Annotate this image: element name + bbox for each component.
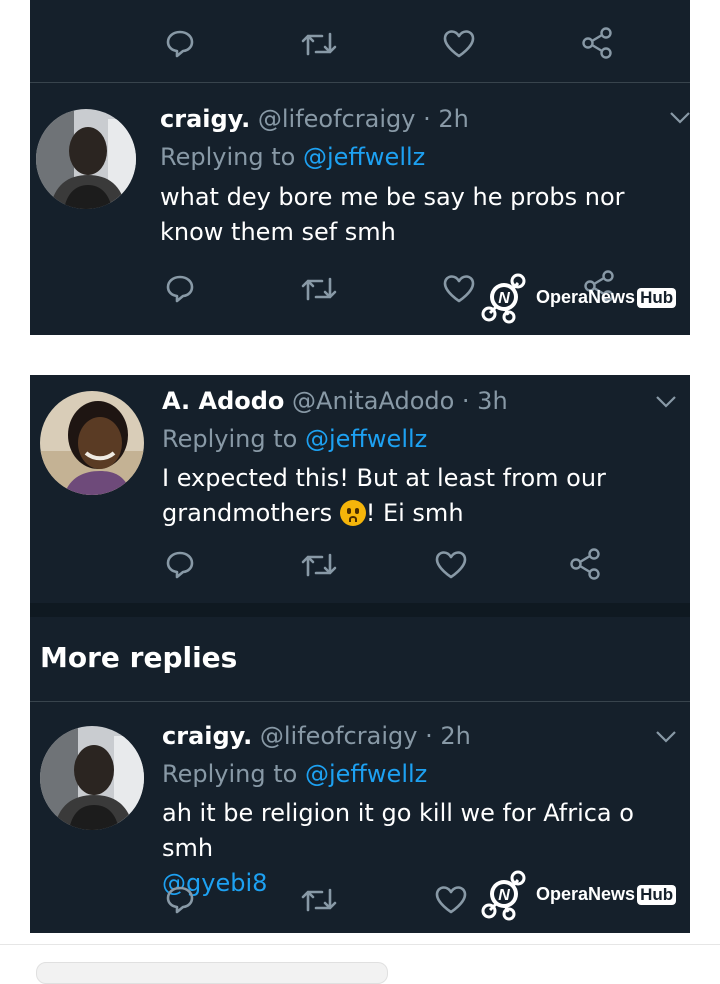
display-name[interactable]: craigy.	[160, 105, 250, 133]
chevron-down-icon[interactable]	[654, 728, 678, 744]
display-name[interactable]: A. Adodo	[162, 387, 284, 415]
tweet-header: craigy. @lifeofcraigy · 2h	[162, 722, 471, 750]
avatar[interactable]	[40, 391, 144, 495]
search-bar[interactable]	[36, 962, 388, 984]
tweet-craigy-2[interactable]: craigy. @lifeofcraigy · 2h Replying to @…	[30, 702, 690, 933]
chevron-down-icon[interactable]	[654, 393, 678, 409]
handle-time[interactable]: @lifeofcraigy · 2h	[260, 722, 471, 750]
like-icon[interactable]	[442, 28, 476, 60]
operanews-watermark: N OperaNews Hub	[480, 868, 690, 922]
tweet-craigy-1[interactable]: craigy. @lifeofcraigy · 2h Replying to @…	[30, 83, 690, 335]
tweet-actions-top	[30, 0, 690, 82]
svg-text:N: N	[498, 290, 510, 307]
like-icon[interactable]	[442, 273, 476, 305]
retweet-icon[interactable]	[300, 549, 338, 581]
replying-to-handle[interactable]: @jeffwellz	[305, 760, 427, 788]
tweet-text-tail: ! Ei smh	[365, 499, 464, 527]
retweet-icon[interactable]	[300, 273, 338, 305]
replying-to: Replying to @jeffwellz	[160, 143, 425, 171]
tweet-divider	[30, 603, 690, 617]
tweet-header: A. Adodo @AnitaAdodo · 3h	[162, 387, 508, 415]
avatar[interactable]	[36, 109, 136, 209]
tweet-panel-1: craigy. @lifeofcraigy · 2h Replying to @…	[30, 0, 690, 335]
like-icon[interactable]	[434, 884, 468, 916]
page-divider	[0, 944, 720, 945]
more-replies-heading[interactable]: More replies	[40, 641, 237, 674]
worried-face-emoji-icon	[339, 500, 366, 526]
tweet-text-main: ah it be religion it go kill we for Afri…	[162, 799, 634, 862]
share-icon[interactable]	[580, 26, 614, 60]
handle-time[interactable]: @lifeofcraigy · 2h	[258, 105, 469, 133]
avatar[interactable]	[40, 726, 144, 830]
reply-icon[interactable]	[164, 273, 196, 305]
tweet-text: I expected this! But at least from our g…	[162, 461, 622, 531]
chevron-down-icon[interactable]	[668, 109, 690, 125]
replying-to-handle[interactable]: @jeffwellz	[303, 143, 425, 171]
replying-to: Replying to @jeffwellz	[162, 760, 427, 788]
tweet-text: what dey bore me be say he probs nor kno…	[160, 183, 625, 246]
replying-to: Replying to @jeffwellz	[162, 425, 427, 453]
operanews-watermark: N OperaNews Hub	[480, 271, 690, 325]
like-icon[interactable]	[434, 549, 468, 581]
operanews-brand-text: OperaNews Hub	[536, 287, 677, 308]
replying-to-handle[interactable]: @jeffwellz	[305, 425, 427, 453]
share-icon[interactable]	[568, 547, 602, 581]
retweet-icon[interactable]	[300, 28, 338, 60]
operanews-logo-icon: N	[481, 273, 526, 324]
replying-to-label: Replying to	[162, 425, 298, 453]
replying-to-label: Replying to	[160, 143, 296, 171]
reply-icon[interactable]	[164, 28, 196, 60]
operanews-logo-icon: N	[481, 870, 526, 921]
tweet-panel-2: A. Adodo @AnitaAdodo · 3h Replying to @j…	[30, 375, 690, 933]
tweet-header: craigy. @lifeofcraigy · 2h	[160, 105, 469, 133]
handle-time[interactable]: @AnitaAdodo · 3h	[292, 387, 508, 415]
reply-icon[interactable]	[164, 884, 196, 916]
replying-to-label: Replying to	[162, 760, 298, 788]
operanews-brand-text: OperaNews Hub	[536, 884, 677, 905]
retweet-icon[interactable]	[300, 884, 338, 916]
tweet-adodo[interactable]: A. Adodo @AnitaAdodo · 3h Replying to @j…	[30, 375, 690, 603]
svg-text:N: N	[498, 887, 510, 904]
reply-icon[interactable]	[164, 549, 196, 581]
display-name[interactable]: craigy.	[162, 722, 252, 750]
